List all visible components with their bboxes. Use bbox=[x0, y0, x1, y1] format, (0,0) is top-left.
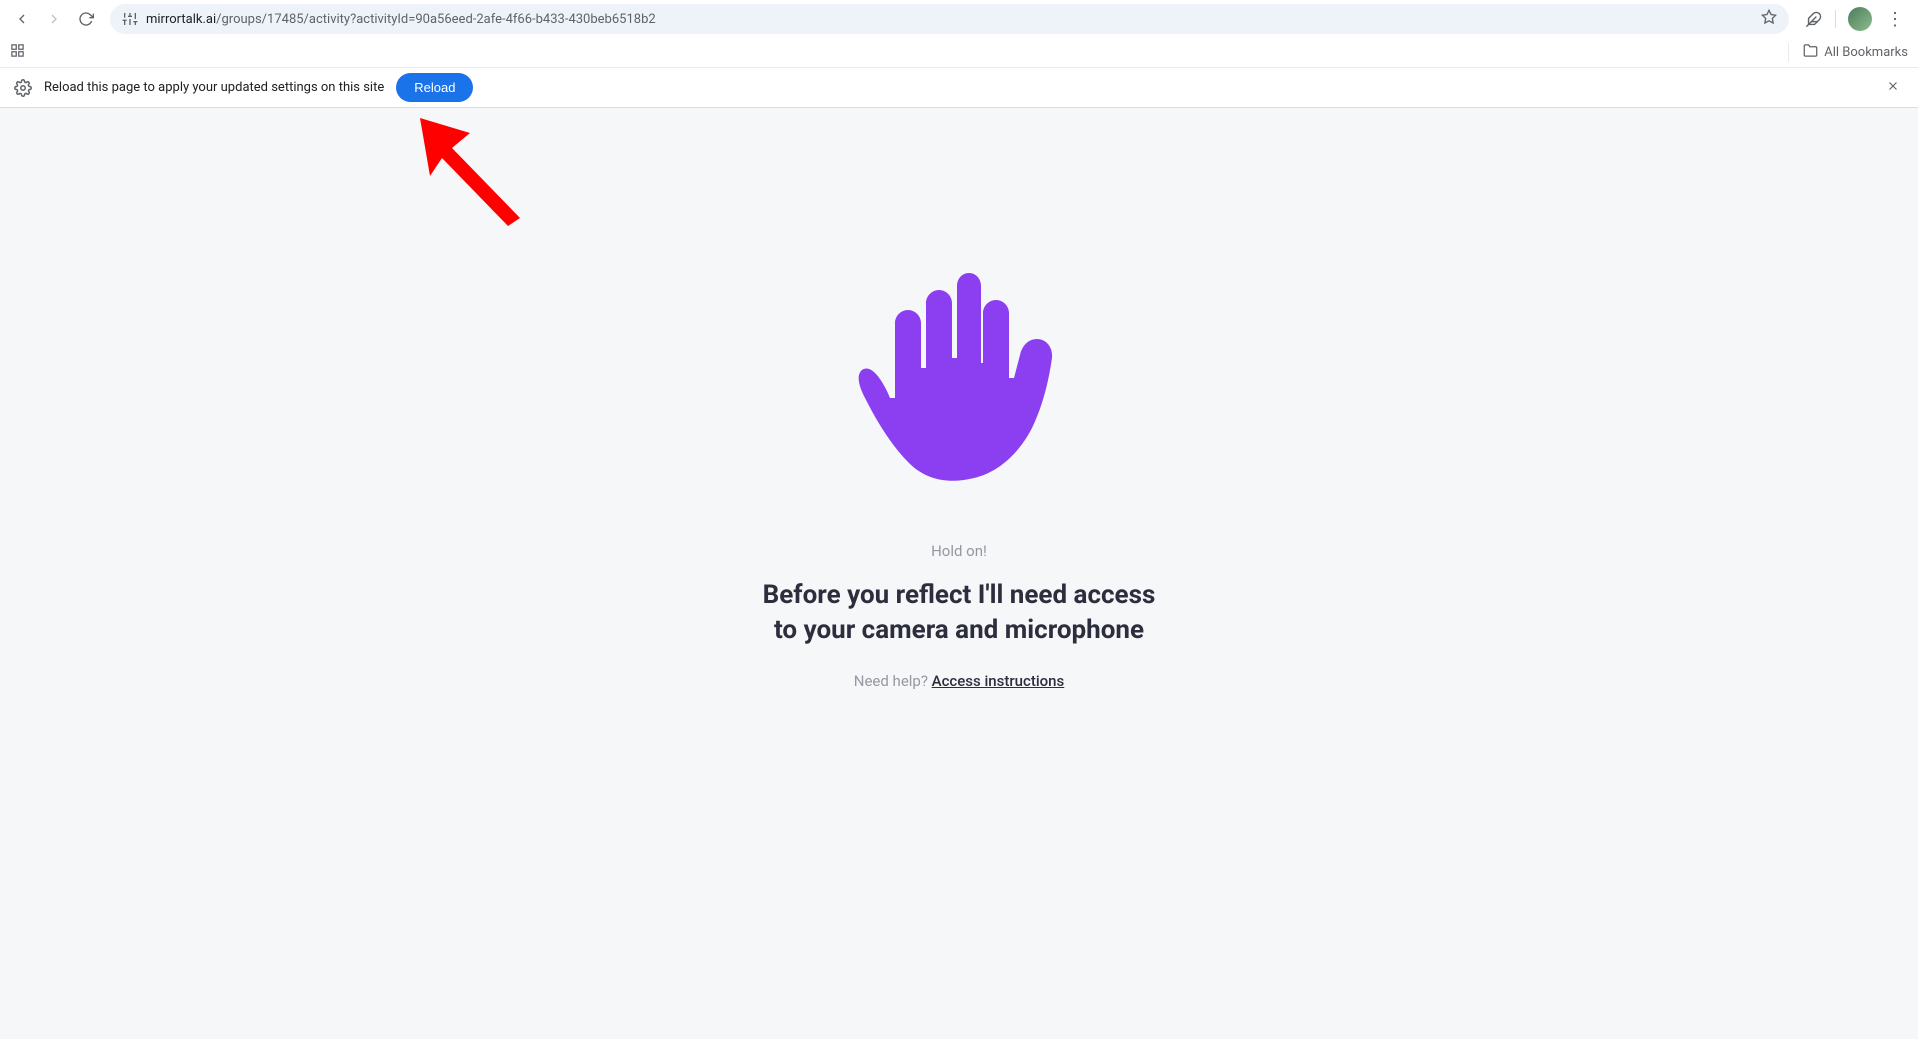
help-text: Need help? Access instructions bbox=[854, 672, 1064, 690]
settings-infobar: Reload this page to apply your updated s… bbox=[0, 68, 1918, 108]
access-instructions-link[interactable]: Access instructions bbox=[932, 672, 1065, 690]
browser-menu-icon[interactable]: ⋮ bbox=[1880, 9, 1910, 30]
url-text: mirrortalk.ai/groups/17485/activity?acti… bbox=[146, 12, 1753, 27]
reload-button[interactable]: Reload bbox=[396, 73, 473, 102]
forward-button[interactable] bbox=[40, 5, 68, 33]
profile-avatar[interactable] bbox=[1848, 7, 1872, 31]
address-bar[interactable]: mirrortalk.ai/groups/17485/activity?acti… bbox=[110, 4, 1789, 34]
folder-icon bbox=[1803, 43, 1818, 62]
all-bookmarks-button[interactable]: All Bookmarks bbox=[1788, 43, 1908, 62]
permission-heading: Before you reflect I'll need access to y… bbox=[763, 578, 1156, 648]
all-bookmarks-label: All Bookmarks bbox=[1824, 45, 1908, 60]
hold-on-text: Hold on! bbox=[931, 542, 987, 560]
browser-toolbar: mirrortalk.ai/groups/17485/activity?acti… bbox=[0, 0, 1918, 38]
back-button[interactable] bbox=[8, 5, 36, 33]
infobar-message: Reload this page to apply your updated s… bbox=[44, 80, 384, 95]
annotation-arrow bbox=[420, 118, 540, 238]
close-icon[interactable] bbox=[1882, 77, 1904, 98]
reload-nav-button[interactable] bbox=[72, 5, 100, 33]
extensions-icon[interactable] bbox=[1799, 5, 1827, 33]
gear-icon bbox=[14, 79, 32, 97]
hand-icon bbox=[854, 268, 1064, 492]
page-content: Hold on! Before you reflect I'll need ac… bbox=[0, 108, 1918, 1039]
toolbar-divider bbox=[1835, 10, 1836, 28]
bookmark-star-icon[interactable] bbox=[1761, 9, 1777, 29]
bookmarks-bar: All Bookmarks bbox=[0, 38, 1918, 68]
site-settings-icon[interactable] bbox=[122, 11, 138, 27]
apps-grid-icon[interactable] bbox=[10, 43, 25, 62]
